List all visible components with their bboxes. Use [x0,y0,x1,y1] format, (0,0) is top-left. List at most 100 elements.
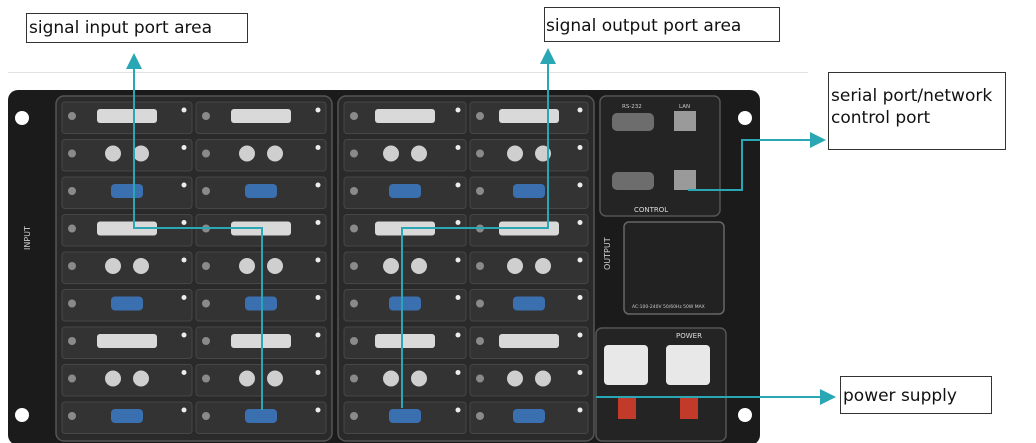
bnc-port [133,145,149,162]
bnc-port [239,370,255,387]
bnc-port [507,370,523,387]
vga-port [389,184,421,198]
status-led [315,257,321,263]
status-led [455,257,461,263]
bnc-port [105,145,121,162]
bnc-port [267,258,283,274]
io-card [343,364,467,397]
audio-jack [350,187,358,195]
io-card [343,139,467,172]
power-text: POWER [676,332,702,340]
audio-jack [350,149,358,158]
rating-text: AC:100-240V 50/60Hz 50W MAX [632,304,705,310]
power-inlet-2 [666,345,710,385]
power-switch-1 [618,397,636,419]
status-led [577,332,583,338]
status-led [181,220,187,225]
audio-jack [68,262,76,270]
power-supply-label: power supply [840,376,992,414]
bnc-port [411,258,427,274]
dvi-port [97,109,157,123]
bnc-port [105,370,121,387]
audio-jack [476,337,484,345]
status-led [181,257,187,263]
status-led [577,407,583,413]
status-led [181,145,187,150]
status-led [315,182,321,188]
dvi-port [499,109,559,123]
audio-jack [202,299,210,308]
vga-port [111,296,143,311]
status-led [577,182,583,188]
status-led [455,407,461,413]
input-side-text: INPUT [23,226,32,250]
vga-port [245,184,277,198]
dvi-port [231,109,291,123]
audio-jack [68,337,76,345]
serial-control-label: serial port/network control port [828,72,1006,150]
status-led [455,370,461,375]
audio-jack [476,412,484,420]
audio-jack [476,262,484,270]
status-led [181,332,187,338]
audio-jack [202,374,210,383]
power-inlet-1 [604,345,648,385]
dvi-port [97,334,157,348]
audio-jack [476,112,484,120]
dvi-port [375,109,435,123]
io-card [469,139,589,172]
audio-jack [476,187,484,195]
rack-hole [738,408,752,422]
audio-jack [68,224,76,233]
audio-jack [68,149,76,158]
status-led [455,295,461,300]
io-card [61,139,193,172]
status-led [577,145,583,150]
vga-port [389,409,421,423]
rs232-text: RS-232 [622,104,642,110]
vga-port [111,184,143,198]
status-led [455,182,461,188]
audio-jack [202,112,210,120]
status-led [577,257,583,263]
status-led [577,107,583,113]
audio-jack [350,112,358,120]
lan-port-1 [674,111,696,131]
vga-port [513,184,545,198]
bnc-port [383,370,399,387]
io-card [61,251,193,284]
status-led [315,407,321,413]
status-led [455,145,461,150]
bnc-port [133,258,149,274]
rating-label-panel [623,221,725,315]
rack-hole [15,111,29,125]
status-led [577,295,583,300]
bnc-port [507,258,523,274]
io-card [469,364,589,397]
status-led [315,107,321,113]
status-led [315,295,321,300]
audio-jack [350,299,358,308]
bnc-port [411,370,427,387]
dvi-port [375,334,435,348]
bnc-port [239,145,255,162]
power-switch-2 [680,397,698,419]
bnc-port [383,258,399,274]
control-text: CONTROL [634,206,668,214]
audio-jack [202,262,210,270]
status-led [315,332,321,338]
status-led [577,220,583,225]
io-card [469,251,589,284]
bnc-port [105,258,121,274]
bnc-port [267,145,283,162]
status-led [455,332,461,338]
status-led [455,220,461,225]
bnc-port [535,370,551,387]
output-side-text: OUTPUT [603,237,612,270]
rs232-port-2 [612,172,654,190]
rack-hole [738,111,752,125]
vga-port [245,409,277,423]
status-led [455,107,461,113]
audio-jack [202,149,210,158]
bnc-port [267,370,283,387]
